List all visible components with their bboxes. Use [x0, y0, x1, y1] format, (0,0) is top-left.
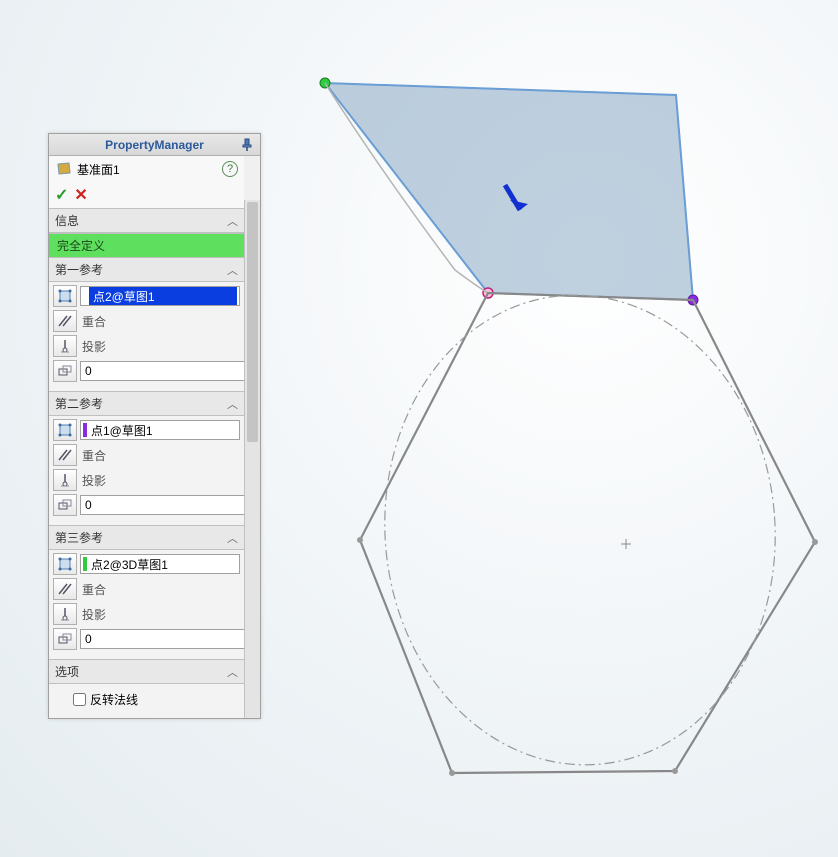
flip-normal-row[interactable]: 反转法线 [53, 687, 240, 712]
project-icon[interactable] [53, 335, 77, 357]
options-section-header[interactable]: 选项 ︿ [49, 659, 244, 684]
coincident-icon[interactable] [53, 578, 77, 600]
panel-title: PropertyManager [105, 138, 204, 152]
feature-name: 基准面1 [77, 161, 120, 178]
ref1-offset-spinner[interactable]: ▲ ▼ [80, 361, 259, 381]
ref2-color-swatch [83, 423, 87, 437]
project-label: 投影 [80, 338, 106, 355]
chevron-up-icon: ︿ [227, 530, 238, 546]
cancel-button[interactable]: ✕ [74, 185, 87, 205]
ref3-section-header[interactable]: 第三参考 ︿ [49, 525, 244, 550]
info-label: 信息 [55, 212, 79, 229]
property-manager-panel: PropertyManager 基准面1 ? ✓ ✕ 信息 ︿ 完全定义 第一参… [48, 133, 261, 719]
flip-normal-label: 反转法线 [90, 691, 138, 708]
plane-point-1 [320, 78, 330, 88]
selection-icon[interactable] [53, 553, 77, 575]
viewport-3d [280, 0, 838, 857]
offset-icon[interactable] [53, 494, 77, 516]
ref2-selection-text: 点1@草图1 [89, 421, 155, 440]
hexagon-sketch [357, 293, 818, 776]
flip-normal-checkbox[interactable] [73, 693, 86, 706]
info-section-header[interactable]: 信息 ︿ [49, 208, 244, 233]
offset-icon[interactable] [53, 360, 77, 382]
ref2-offset-spinner[interactable]: ▲ ▼ [80, 495, 259, 515]
ref2-offset-input[interactable] [80, 495, 245, 515]
construction-circle [369, 282, 791, 778]
ref1-body: 点2@草图1 重合 投影 [49, 282, 244, 391]
ref2-selection-field[interactable]: 点1@草图1 [80, 420, 240, 440]
ref3-offset-input[interactable] [80, 629, 245, 649]
coincident-label: 重合 [80, 581, 106, 598]
pushpin-icon[interactable] [238, 136, 256, 154]
normal-arrow-icon [505, 185, 528, 210]
coincident-label: 重合 [80, 447, 106, 464]
ref1-selection-text: 点2@草图1 [89, 287, 237, 306]
ref2-section-header[interactable]: 第二参考 ︿ [49, 391, 244, 416]
edge-curve [325, 83, 488, 293]
ref2-body: 点1@草图1 重合 投影 [49, 416, 244, 525]
status-fully-defined: 完全定义 [49, 233, 244, 257]
project-label: 投影 [80, 606, 106, 623]
panel-body: 基准面1 ? ✓ ✕ 信息 ︿ 完全定义 第一参考 ︿ 点2@草图1 [49, 156, 260, 718]
selection-icon[interactable] [53, 419, 77, 441]
coincident-icon[interactable] [53, 310, 77, 332]
panel-scrollbar[interactable] [244, 200, 260, 718]
offset-icon[interactable] [53, 628, 77, 650]
coincident-label: 重合 [80, 313, 106, 330]
help-icon[interactable]: ? [222, 161, 238, 177]
ref3-selection-field[interactable]: 点2@3D草图1 [80, 554, 240, 574]
ref2-label: 第二参考 [55, 395, 103, 412]
reference-plane [325, 83, 693, 300]
plane-point-3 [688, 295, 698, 305]
plane-feature-icon [55, 160, 73, 178]
panel-header: PropertyManager [49, 134, 260, 156]
project-icon[interactable] [53, 603, 77, 625]
options-label: 选项 [55, 663, 79, 680]
chevron-up-icon: ︿ [227, 262, 238, 278]
ref3-label: 第三参考 [55, 529, 103, 546]
chevron-up-icon: ︿ [227, 213, 238, 229]
ref1-selection-field[interactable]: 点2@草图1 [80, 286, 240, 306]
coincident-icon[interactable] [53, 444, 77, 466]
ref3-offset-spinner[interactable]: ▲ ▼ [80, 629, 259, 649]
scrollbar-thumb[interactable] [247, 202, 258, 442]
ref3-body: 点2@3D草图1 重合 投影 [49, 550, 244, 659]
ok-cancel-row: ✓ ✕ [49, 182, 244, 208]
selection-icon[interactable] [53, 285, 77, 307]
ref1-offset-input[interactable] [80, 361, 245, 381]
ref3-selection-text: 点2@3D草图1 [89, 555, 170, 574]
chevron-up-icon: ︿ [227, 396, 238, 412]
options-body: 反转法线 [49, 684, 244, 718]
chevron-up-icon: ︿ [227, 664, 238, 680]
ref1-section-header[interactable]: 第一参考 ︿ [49, 257, 244, 282]
ref1-color-swatch [83, 289, 87, 303]
project-label: 投影 [80, 472, 106, 489]
project-icon[interactable] [53, 469, 77, 491]
ok-button[interactable]: ✓ [55, 185, 68, 205]
feature-title-row: 基准面1 ? [49, 156, 244, 182]
plane-point-2 [483, 288, 493, 298]
ref1-label: 第一参考 [55, 261, 103, 278]
ref3-color-swatch [83, 557, 87, 571]
center-cross-icon [621, 539, 631, 549]
